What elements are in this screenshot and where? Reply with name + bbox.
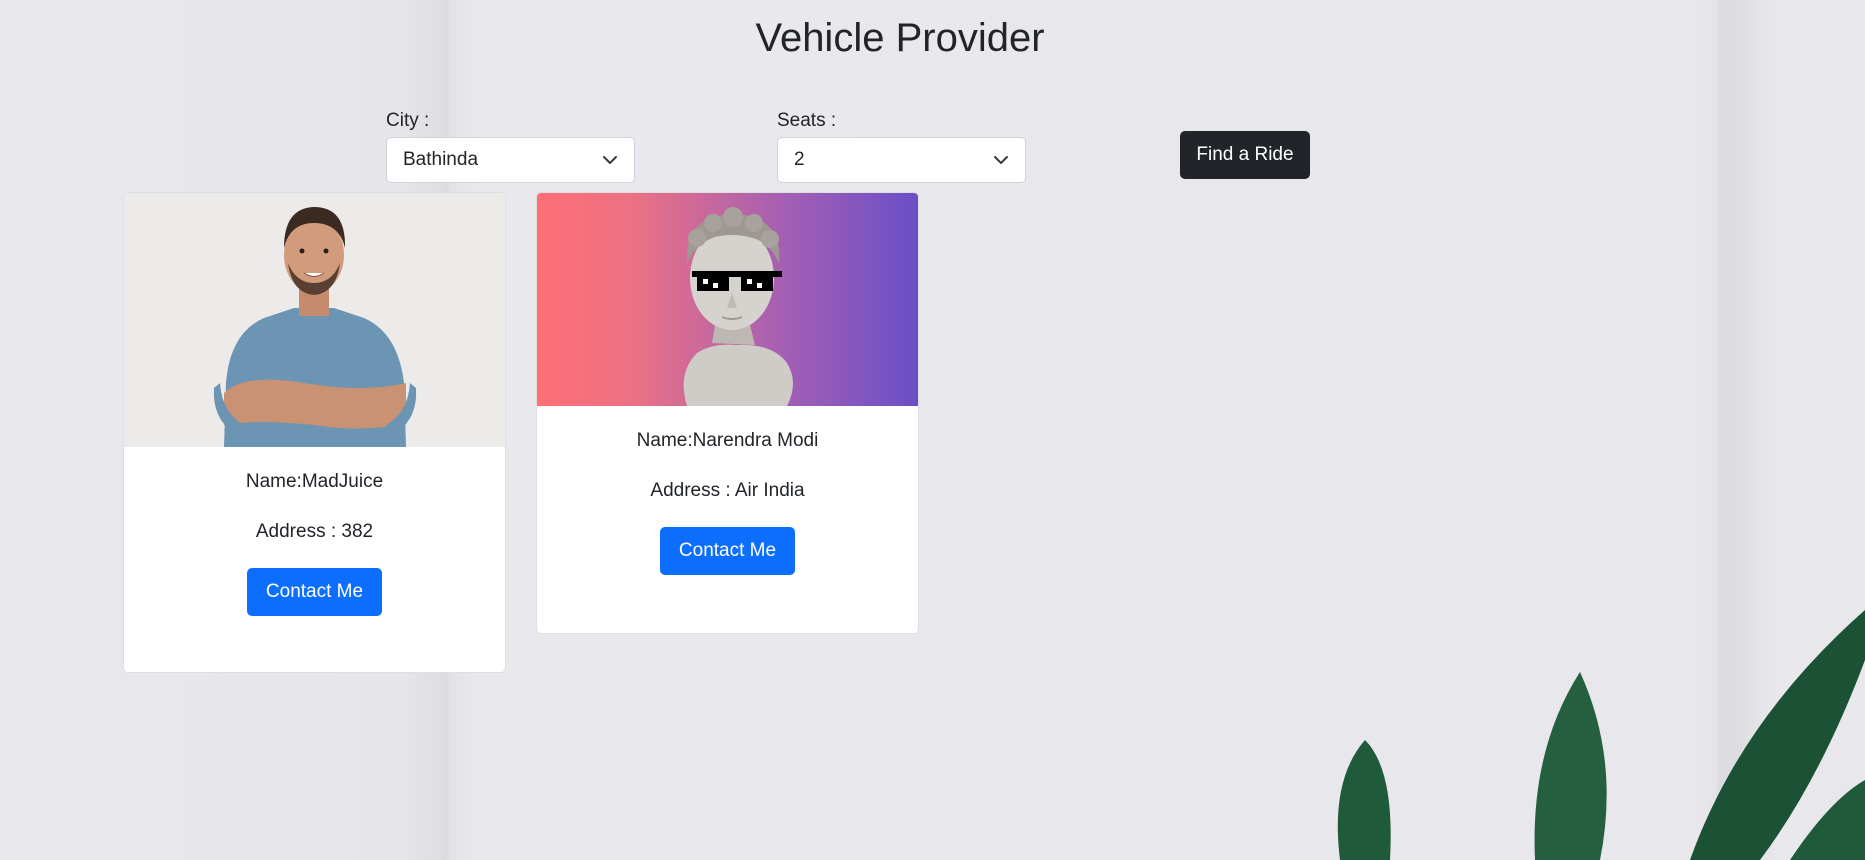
provider-card: Name:Narendra Modi Address : Air India C… bbox=[536, 192, 919, 634]
city-label: City : bbox=[386, 110, 430, 131]
seats-label: Seats : bbox=[777, 110, 837, 131]
provider-name: Name:Narendra Modi bbox=[636, 430, 819, 451]
plant-leaves-image bbox=[1337, 610, 1865, 860]
chevron-down-icon bbox=[994, 156, 1008, 164]
provider-card: Name:MadJuice Address : 382 Contact Me bbox=[123, 192, 506, 673]
chevron-down-icon bbox=[603, 156, 617, 164]
statue-with-sunglasses-image bbox=[683, 207, 793, 406]
provider-photo bbox=[124, 193, 505, 447]
provider-address: Address : Air India bbox=[650, 480, 805, 501]
page-title: Vehicle Provider bbox=[755, 16, 1045, 60]
city-select-value: Bathinda bbox=[403, 149, 479, 170]
contact-me-button[interactable]: Contact Me bbox=[247, 568, 382, 616]
provider-address: Address : 382 bbox=[255, 521, 374, 542]
seats-select-value: 2 bbox=[794, 149, 805, 170]
provider-photo bbox=[537, 193, 918, 406]
wall-panel-seam bbox=[1700, 0, 1780, 860]
page: Vehicle Provider City : Bathinda Seats :… bbox=[0, 0, 1865, 860]
contact-me-button[interactable]: Contact Me bbox=[660, 527, 795, 575]
man-portrait-image bbox=[124, 193, 505, 447]
provider-name: Name:MadJuice bbox=[245, 471, 384, 492]
city-select[interactable]: Bathinda bbox=[386, 137, 635, 183]
seats-select[interactable]: 2 bbox=[777, 137, 1026, 183]
find-ride-button[interactable]: Find a Ride bbox=[1180, 131, 1310, 179]
